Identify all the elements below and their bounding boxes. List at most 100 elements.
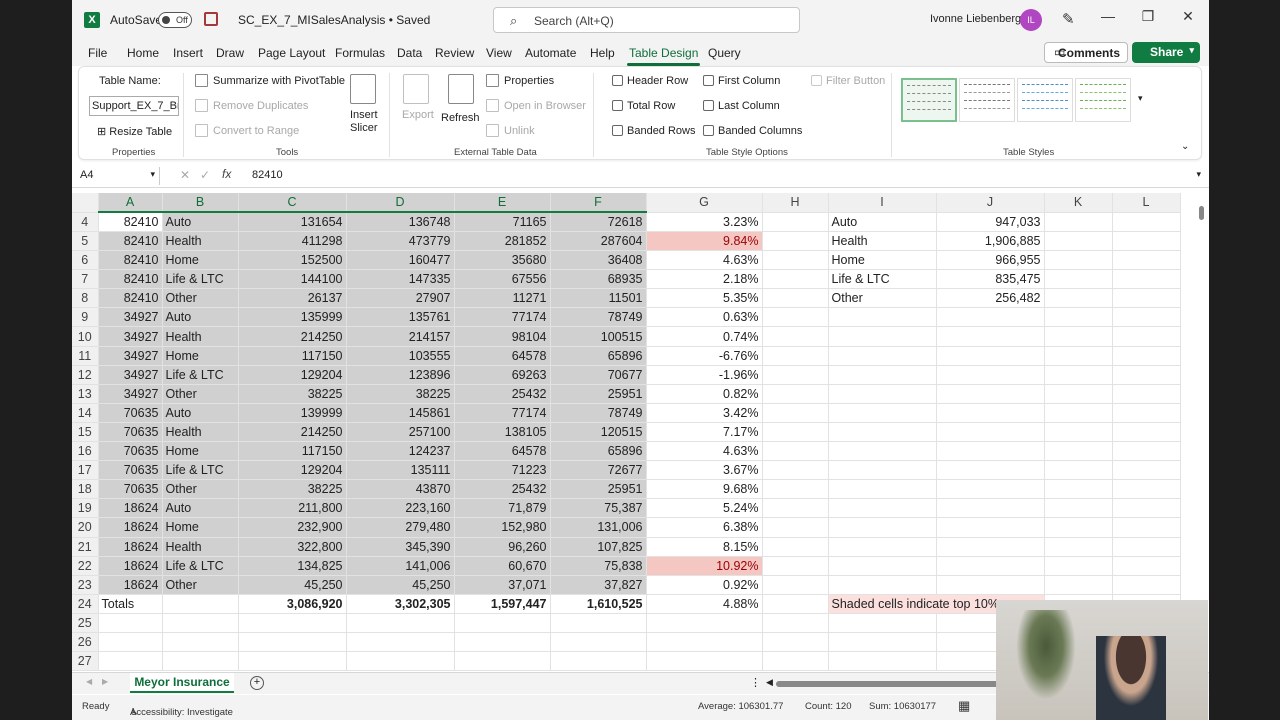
cell-e[interactable]: 25432 <box>454 479 551 500</box>
cell[interactable] <box>828 632 937 653</box>
vertical-scrollbar[interactable] <box>1198 196 1206 666</box>
cell-d[interactable]: 145861 <box>346 403 455 423</box>
cell-k[interactable] <box>1044 498 1113 519</box>
cell-f[interactable]: 1,610,525 <box>550 594 647 614</box>
cell-b[interactable]: Auto <box>162 403 239 423</box>
cell-i[interactable]: Health <box>828 231 937 252</box>
row-header[interactable]: 25 <box>72 613 99 633</box>
tab-draw[interactable]: Draw <box>216 46 244 60</box>
avatar[interactable]: IL <box>1020 9 1042 31</box>
expand-formula-icon[interactable]: ▾ <box>1196 169 1201 180</box>
cell-e[interactable]: 71,879 <box>454 498 551 519</box>
cell-e[interactable]: 25432 <box>454 384 551 404</box>
export-button[interactable]: Export <box>402 109 434 121</box>
cell-b[interactable] <box>162 594 239 614</box>
comments-button[interactable]: Comments <box>1044 42 1128 63</box>
cell-d[interactable]: 3,302,305 <box>346 594 455 614</box>
cell-f[interactable]: 65896 <box>550 346 647 366</box>
minimize-icon[interactable]: — <box>1094 8 1122 24</box>
properties-button[interactable]: Properties <box>504 75 554 87</box>
cell-i[interactable] <box>828 556 937 576</box>
file-name[interactable]: SC_EX_7_MISalesAnalysis • Saved <box>238 13 430 27</box>
cell-h[interactable] <box>762 498 829 519</box>
cell-c[interactable]: 135999 <box>238 307 347 328</box>
cell-g[interactable]: 9.84% <box>646 231 763 252</box>
cell-k[interactable] <box>1044 517 1113 538</box>
cell-b[interactable]: Life & LTC <box>162 556 239 576</box>
cell-k[interactable] <box>1044 403 1113 423</box>
row-header[interactable]: 16 <box>72 441 99 462</box>
row-header[interactable]: 19 <box>72 498 99 519</box>
row-header[interactable]: 17 <box>72 460 99 481</box>
cell-l[interactable] <box>1112 269 1181 290</box>
cell-h[interactable] <box>762 288 829 309</box>
row-header[interactable]: 4 <box>72 212 99 232</box>
open-in-browser-button[interactable]: Open in Browser <box>504 100 586 112</box>
cell-f[interactable]: 287604 <box>550 231 647 252</box>
cell-c[interactable]: 3,086,920 <box>238 594 347 614</box>
more-options-icon[interactable]: ⋮ <box>750 676 761 689</box>
cell-g[interactable]: 0.63% <box>646 307 763 328</box>
cell-a[interactable]: 34927 <box>98 384 163 404</box>
cell-c[interactable]: 214250 <box>238 326 347 347</box>
cell-f[interactable]: 72618 <box>550 212 647 232</box>
cell-a[interactable]: 18624 <box>98 498 163 519</box>
cell[interactable] <box>828 651 937 672</box>
tab-view[interactable]: View <box>486 46 512 60</box>
cell-d[interactable]: 214157 <box>346 326 455 347</box>
cell-a[interactable]: 70635 <box>98 422 163 443</box>
cell-i[interactable] <box>828 403 937 423</box>
tab-automate[interactable]: Automate <box>525 46 576 60</box>
cell-e[interactable]: 77174 <box>454 307 551 328</box>
cell-c[interactable]: 26137 <box>238 288 347 309</box>
column-header-f[interactable]: F <box>550 193 647 213</box>
cell[interactable] <box>346 613 455 633</box>
cell-c[interactable]: 117150 <box>238 441 347 462</box>
next-sheet-icon[interactable]: ▶ <box>102 677 108 686</box>
cell-i[interactable] <box>828 575 937 595</box>
cell-c[interactable]: 38225 <box>238 479 347 500</box>
cell-c[interactable]: 232,900 <box>238 517 347 538</box>
cell-i[interactable] <box>828 460 937 481</box>
cell-g[interactable]: 5.24% <box>646 498 763 519</box>
row-header[interactable]: 26 <box>72 632 99 653</box>
cell[interactable] <box>162 613 239 633</box>
cell-a[interactable]: 70635 <box>98 460 163 481</box>
cell-j[interactable] <box>936 575 1045 595</box>
cell[interactable] <box>762 613 829 633</box>
cell-d[interactable]: 141,006 <box>346 556 455 576</box>
cell-d[interactable]: 123896 <box>346 365 455 385</box>
cell-e[interactable]: 96,260 <box>454 537 551 557</box>
cell-e[interactable]: 64578 <box>454 346 551 366</box>
tab-data[interactable]: Data <box>397 46 422 60</box>
cell-e[interactable]: 64578 <box>454 441 551 462</box>
cell-e[interactable]: 71165 <box>454 212 551 232</box>
table-style-swatch[interactable] <box>1017 78 1073 122</box>
row-header[interactable]: 6 <box>72 250 99 271</box>
cell-d[interactable]: 257100 <box>346 422 455 443</box>
scroll-left-icon[interactable]: ◀ <box>766 677 773 688</box>
tab-review[interactable]: Review <box>435 46 474 60</box>
cell-a[interactable]: 34927 <box>98 326 163 347</box>
cell-i[interactable]: Auto <box>828 212 937 232</box>
cell-h[interactable] <box>762 460 829 481</box>
cell-l[interactable] <box>1112 556 1181 576</box>
column-header-g[interactable]: G <box>646 193 763 213</box>
cell[interactable] <box>454 613 551 633</box>
cell-h[interactable] <box>762 326 829 347</box>
row-header[interactable]: 20 <box>72 517 99 538</box>
cell-g[interactable]: 0.82% <box>646 384 763 404</box>
cell-h[interactable] <box>762 441 829 462</box>
table-style-swatch[interactable] <box>1075 78 1131 122</box>
cell-c[interactable]: 129204 <box>238 365 347 385</box>
table-name-input[interactable]: Support_EX_7_Bran <box>89 96 179 116</box>
cell[interactable] <box>762 632 829 653</box>
cell-g[interactable]: 4.63% <box>646 250 763 271</box>
cell[interactable] <box>454 651 551 672</box>
row-header[interactable]: 15 <box>72 422 99 443</box>
cell-a[interactable]: 18624 <box>98 537 163 557</box>
select-all-corner[interactable] <box>72 193 99 213</box>
enter-icon[interactable]: ✓ <box>200 168 210 182</box>
cell-i[interactable] <box>828 326 937 347</box>
cell-e[interactable]: 37,071 <box>454 575 551 595</box>
